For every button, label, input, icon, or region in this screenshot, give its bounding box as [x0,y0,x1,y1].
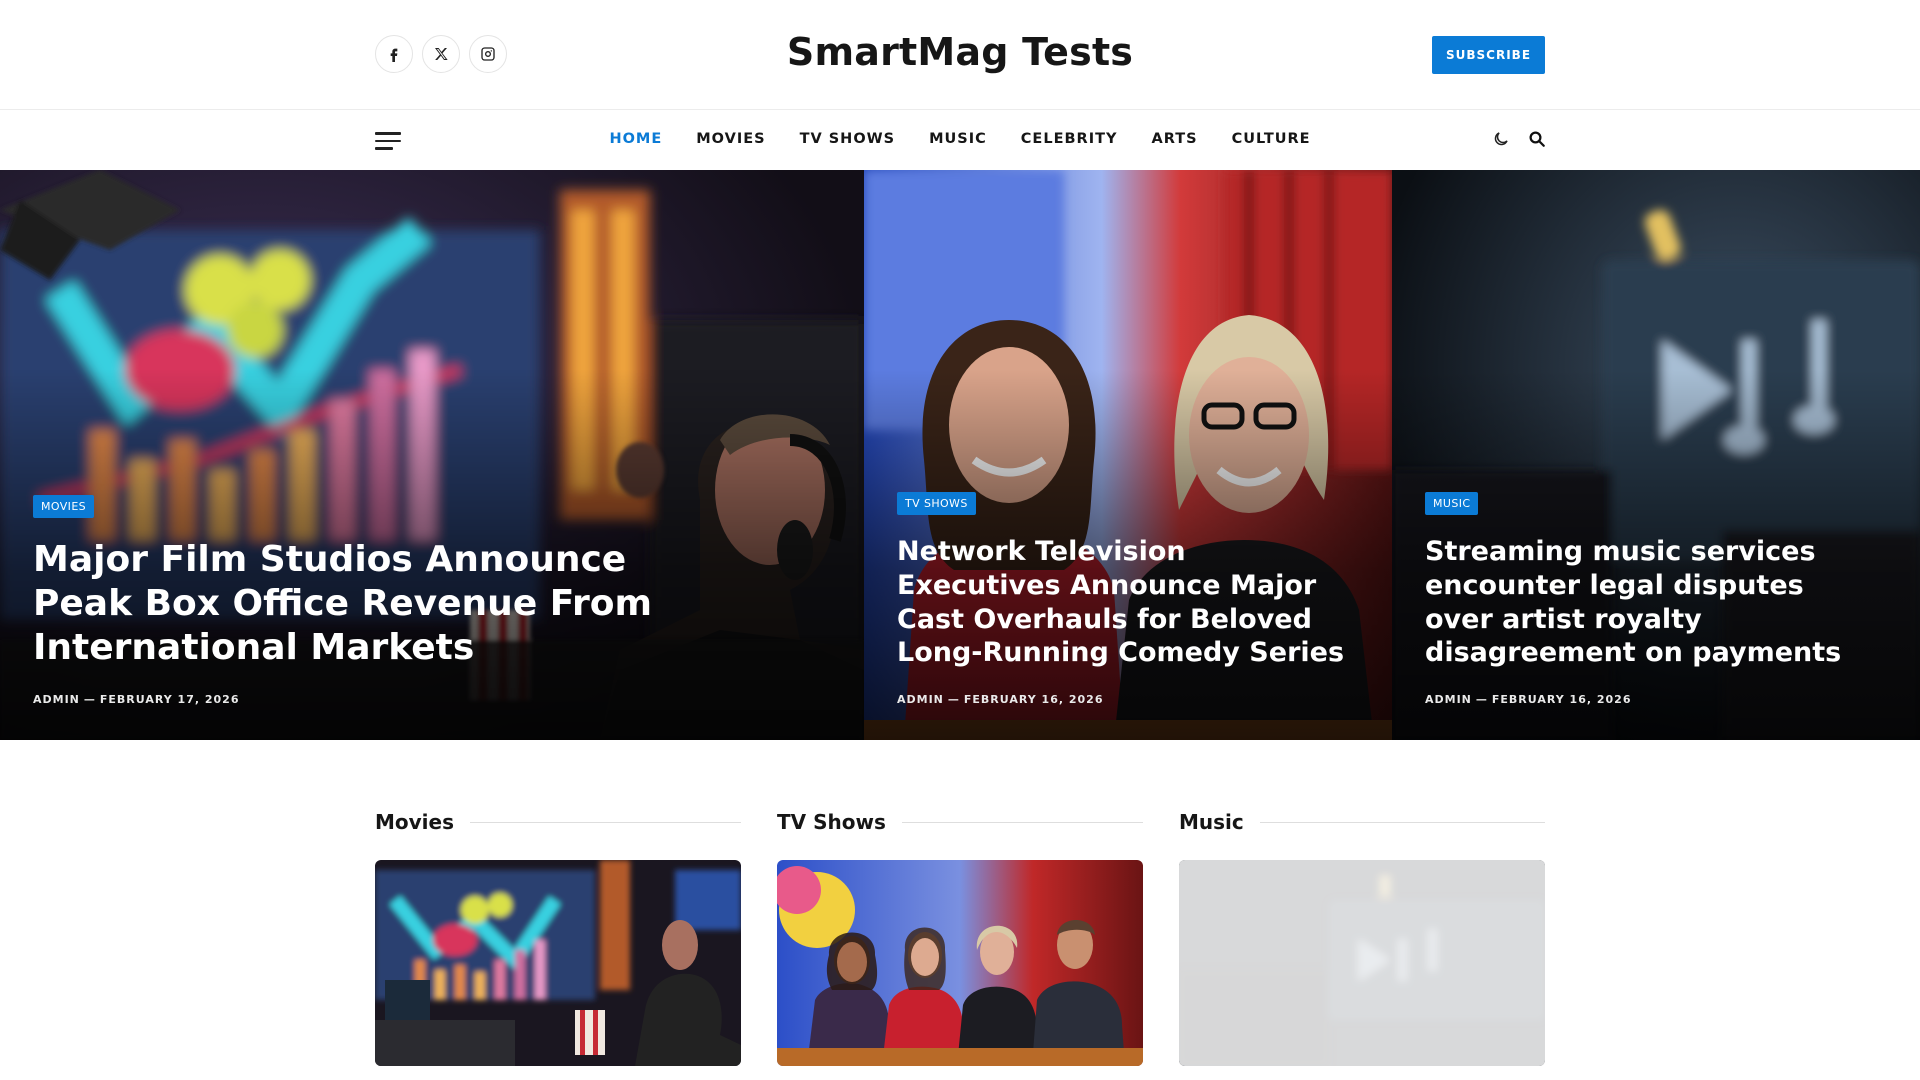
category-badge[interactable]: MOVIES [33,495,95,519]
section-title[interactable]: Music [1179,810,1244,834]
section-title[interactable]: TV Shows [777,810,886,834]
site-title[interactable]: SmartMag Tests [0,30,1920,74]
category-badge[interactable]: TV SHOWS [897,492,976,515]
post-thumbnail[interactable] [777,860,1143,1066]
post-meta: ADMIN — FEBRUARY 16, 2026 [897,693,1104,706]
nav-item-arts[interactable]: ARTS [1134,131,1214,147]
category-badge[interactable]: MUSIC [1425,492,1479,515]
post-title[interactable]: Network Television Executives Announce M… [897,535,1352,670]
post-author[interactable]: ADMIN [897,693,944,706]
nav-item-celebrity[interactable]: CELEBRITY [1004,131,1135,147]
post-author[interactable]: ADMIN [1425,693,1472,706]
nav-item-culture[interactable]: CULTURE [1215,131,1328,147]
nav-item-movies[interactable]: MOVIES [679,131,782,147]
site-header: SmartMag Tests SUBSCRIBE [0,0,1920,110]
divider [901,821,1143,823]
nav-tools [1492,130,1546,148]
nav-menu: HOME MOVIES TV SHOWS MUSIC CELEBRITY ART… [0,131,1920,147]
post-title[interactable]: Major Film Studios Announce Peak Box Off… [33,538,673,670]
dark-mode-moon-icon[interactable] [1492,130,1510,148]
nav-item-home[interactable]: HOME [592,131,679,147]
post-thumbnail[interactable] [375,860,741,1066]
post-date: FEBRUARY 16, 2026 [1491,693,1632,706]
featured-post-3[interactable]: MUSIC Streaming music services encounter… [1392,170,1920,740]
featured-grid: MOVIES Major Film Studios Announce Peak … [0,170,1920,740]
featured-post-1[interactable]: MOVIES Major Film Studios Announce Peak … [0,170,864,740]
section-movies: Movies [375,806,741,1066]
nav-item-music[interactable]: MUSIC [912,131,1004,147]
section-tv-shows: TV Shows [777,806,1143,1066]
featured-post-2[interactable]: TV SHOWS Network Television Executives A… [864,170,1392,740]
divider [1259,821,1545,823]
divider [470,821,741,823]
post-date: FEBRUARY 17, 2026 [99,693,240,706]
section-music: Music [1179,806,1545,1066]
subscribe-button[interactable]: SUBSCRIBE [1432,36,1545,74]
post-author[interactable]: ADMIN [33,693,80,706]
category-sections: Movies TV Shows Music [375,806,1545,1066]
search-icon[interactable] [1528,130,1546,148]
post-thumbnail[interactable] [1179,860,1545,1066]
post-date: FEBRUARY 16, 2026 [963,693,1104,706]
post-title[interactable]: Streaming music services encounter legal… [1425,535,1880,670]
post-meta: ADMIN — FEBRUARY 17, 2026 [33,693,240,706]
section-title[interactable]: Movies [375,810,454,834]
nav-item-tv-shows[interactable]: TV SHOWS [783,131,913,147]
main-navigation: HOME MOVIES TV SHOWS MUSIC CELEBRITY ART… [0,111,1920,170]
post-meta: ADMIN — FEBRUARY 16, 2026 [1425,693,1632,706]
